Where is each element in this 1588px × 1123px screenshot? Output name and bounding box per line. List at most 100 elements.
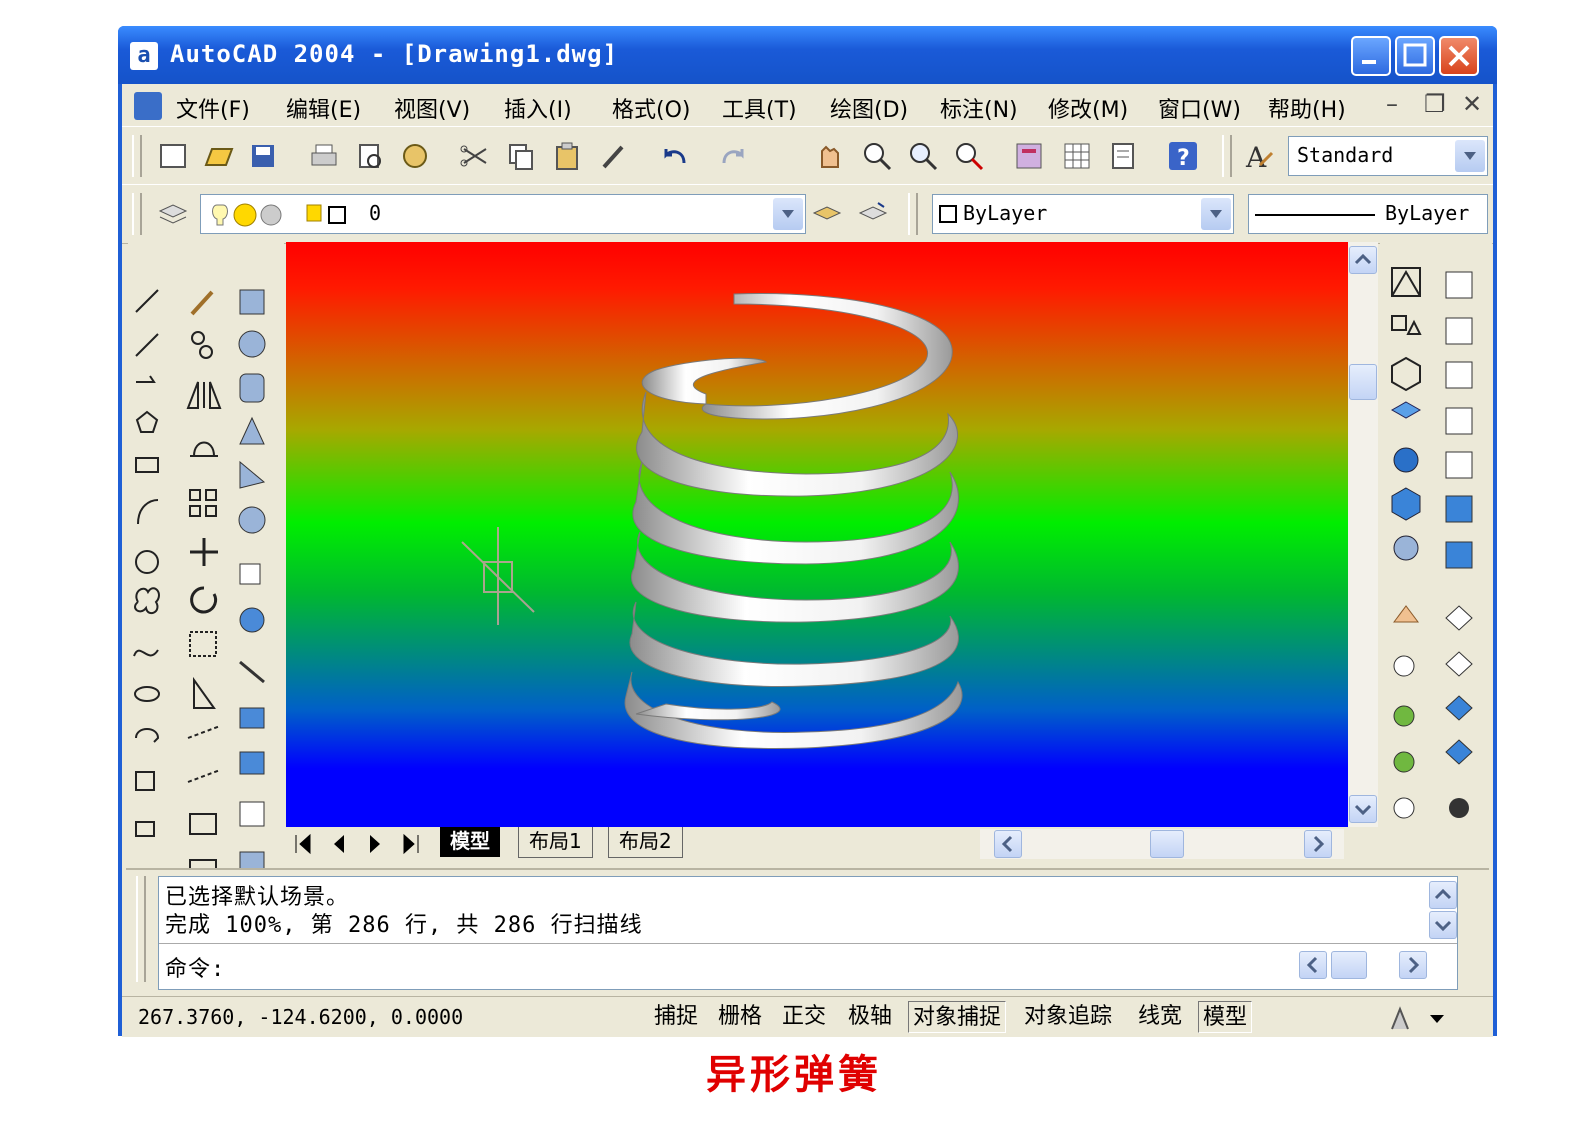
menu-dimension[interactable]: 标注(N) (940, 92, 1018, 124)
redo-icon[interactable] (716, 139, 750, 173)
model-toggle[interactable]: 模型 (1198, 1001, 1253, 1033)
zoom-previous-icon[interactable] (952, 139, 986, 173)
color-value: ByLayer (963, 201, 1048, 225)
polar-toggle[interactable]: 极轴 (844, 1001, 896, 1033)
chevron-down-icon[interactable] (1455, 140, 1485, 172)
title-bar[interactable]: a AutoCAD 2004 - [Drawing1.dwg] (118, 26, 1497, 84)
text-style-value: Standard (1297, 143, 1394, 167)
pan-icon[interactable] (812, 139, 846, 173)
menu-format[interactable]: 格式(O) (612, 92, 690, 124)
cut-icon[interactable] (458, 139, 492, 173)
menu-window[interactable]: 窗口(W) (1158, 92, 1241, 124)
toolbar-grip[interactable] (132, 135, 142, 177)
command-scroll-left[interactable] (1299, 951, 1327, 979)
draw-modify-solids-icons[interactable] (128, 242, 284, 882)
command-hscroll-thumb[interactable] (1331, 951, 1367, 979)
viewport-vscroll[interactable] (1348, 242, 1378, 827)
new-file-icon[interactable] (156, 139, 190, 173)
chevron-right-icon (1408, 956, 1420, 974)
tab-navigation-icons[interactable] (292, 831, 432, 857)
grid-toggle[interactable]: 栅格 (714, 1001, 766, 1033)
spring-model (461, 293, 963, 749)
command-scroll-up[interactable] (1429, 881, 1457, 909)
linetype-value: ByLayer (1385, 201, 1470, 225)
maximize-icon (1403, 43, 1427, 67)
hscroll-thumb[interactable] (1150, 830, 1184, 858)
document-icon[interactable] (134, 92, 162, 120)
command-history-line: 完成 100%, 第 286 行, 共 286 行扫描线 (165, 913, 643, 938)
autocad-window: a AutoCAD 2004 - [Drawing1.dwg] 文件(F) 编辑… (118, 26, 1497, 1037)
menu-tools[interactable]: 工具(T) (722, 92, 797, 124)
paste-icon[interactable] (550, 139, 584, 173)
drawing-viewport[interactable] (286, 242, 1348, 827)
communication-center-icon[interactable] (1384, 1003, 1418, 1033)
viewport-hscroll[interactable] (980, 829, 1344, 859)
print-preview-icon[interactable] (352, 139, 386, 173)
menu-help[interactable]: 帮助(H) (1268, 92, 1346, 124)
scroll-left-button[interactable] (994, 830, 1022, 858)
command-grip[interactable] (136, 876, 146, 982)
layer-select[interactable]: 0 (200, 194, 806, 234)
toolbar-grip[interactable] (908, 193, 918, 235)
menu-view[interactable]: 视图(V) (394, 92, 470, 124)
layer-manager-icon[interactable] (156, 197, 190, 231)
toolbar-grip[interactable] (132, 193, 142, 235)
app-body: 文件(F) 编辑(E) 视图(V) 插入(I) 格式(O) 工具(T) 绘图(D… (122, 84, 1493, 1037)
scroll-right-button[interactable] (1304, 830, 1332, 858)
scroll-thumb[interactable] (1349, 364, 1377, 400)
tab-model[interactable]: 模型 (440, 827, 500, 857)
save-icon[interactable] (246, 139, 280, 173)
maximize-button[interactable] (1395, 36, 1435, 76)
chevron-up-icon (1434, 888, 1452, 900)
osnap-toggle[interactable]: 对象捕捉 (908, 1001, 1007, 1033)
zoom-realtime-icon[interactable] (860, 139, 894, 173)
scroll-up-button[interactable] (1349, 246, 1377, 274)
tool-palettes-icon[interactable] (1106, 139, 1140, 173)
doc-close-icon[interactable]: ✕ (1462, 90, 1482, 118)
view-render-icons[interactable] (1380, 242, 1492, 882)
help-icon[interactable]: ? (1166, 139, 1200, 173)
linetype-select[interactable]: ByLayer (1248, 194, 1488, 234)
properties-icon[interactable] (1012, 139, 1046, 173)
make-object-layer-current-icon[interactable] (810, 197, 844, 231)
scroll-down-button[interactable] (1349, 795, 1377, 823)
status-menu-arrow-icon[interactable] (1428, 1011, 1448, 1027)
chevron-down-icon[interactable] (773, 198, 803, 230)
publish-icon[interactable] (398, 139, 432, 173)
chevron-down-icon[interactable] (1201, 198, 1231, 230)
menu-insert[interactable]: 插入(I) (504, 92, 572, 124)
text-style-icon[interactable]: A (1242, 139, 1276, 173)
command-scroll-down[interactable] (1429, 911, 1457, 939)
menu-modify[interactable]: 修改(M) (1048, 92, 1128, 124)
coordinate-readout[interactable]: 267.3760, -124.6200, 0.0000 (138, 1005, 463, 1029)
color-select[interactable]: ByLayer (932, 194, 1234, 234)
undo-icon[interactable] (658, 139, 692, 173)
copy-icon[interactable] (504, 139, 538, 173)
ortho-toggle[interactable]: 正交 (778, 1001, 830, 1033)
menu-draw[interactable]: 绘图(D) (830, 92, 908, 124)
snap-toggle[interactable]: 捕捉 (650, 1001, 702, 1033)
match-properties-icon[interactable] (596, 139, 630, 173)
layer-previous-icon[interactable] (856, 197, 890, 231)
chevron-right-icon (1313, 835, 1325, 853)
design-center-icon[interactable] (1060, 139, 1094, 173)
doc-minimize-icon[interactable]: – (1386, 90, 1398, 118)
minimize-button[interactable] (1351, 36, 1391, 76)
zoom-window-icon[interactable] (906, 139, 940, 173)
toolbar-grip[interactable] (1222, 135, 1232, 177)
lineweight-toggle[interactable]: 线宽 (1134, 1001, 1186, 1033)
app-icon[interactable]: a (130, 42, 158, 70)
layout-tab-bar: 模型 布局1 布局2 (286, 827, 1378, 861)
close-button[interactable] (1439, 36, 1479, 76)
open-file-icon[interactable] (202, 139, 236, 173)
text-style-select[interactable]: Standard (1288, 136, 1488, 176)
print-icon[interactable] (306, 139, 340, 173)
otrack-toggle[interactable]: 对象追踪 (1020, 1001, 1116, 1033)
tab-layout2[interactable]: 布局2 (608, 827, 683, 858)
command-scroll-right[interactable] (1399, 951, 1427, 979)
doc-restore-icon[interactable]: ❐ (1424, 90, 1446, 118)
tab-layout1[interactable]: 布局1 (518, 827, 593, 858)
menu-edit[interactable]: 编辑(E) (286, 92, 361, 124)
command-prompt[interactable]: 命令: (165, 951, 225, 983)
menu-file[interactable]: 文件(F) (176, 92, 250, 124)
